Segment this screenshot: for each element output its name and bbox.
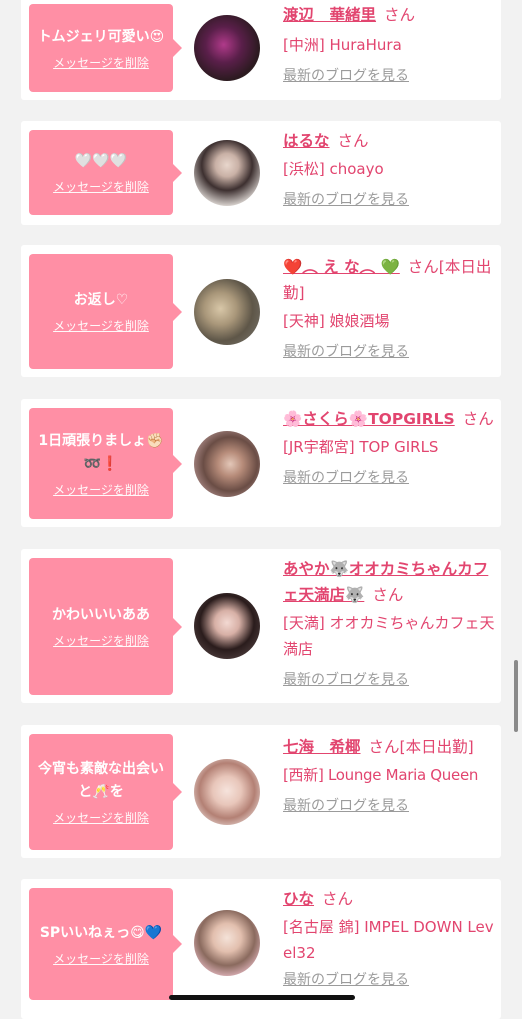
message-card: 今宵も素敵な出会いと🥂を メッセージを削除 七海 希椰 さん[本日出勤] [西新]… bbox=[21, 725, 501, 858]
avatar[interactable] bbox=[194, 910, 260, 976]
delete-message-link[interactable]: メッセージを削除 bbox=[53, 810, 149, 826]
profile-name-link[interactable]: 🌸さくら🌸TOPGIRLS bbox=[283, 410, 455, 428]
latest-blog-link[interactable]: 最新のブログを見る bbox=[283, 670, 495, 690]
honorific: さん bbox=[462, 410, 494, 428]
avatar[interactable] bbox=[194, 140, 260, 206]
latest-blog-link[interactable]: 最新のブログを見る bbox=[283, 468, 495, 488]
message-text: お返し♡ bbox=[73, 292, 129, 308]
profile-name-link[interactable]: 七海 希椰 bbox=[283, 738, 361, 756]
shop-label: [JR宇都宮] TOP GIRLS bbox=[283, 438, 439, 456]
avatar[interactable] bbox=[194, 593, 260, 659]
message-card: トムジェリ可愛い😍 メッセージを削除 渡辺 華緒里 さん [中洲] HuraHur… bbox=[21, 0, 501, 100]
message-bubble: トムジェリ可愛い😍 メッセージを削除 bbox=[29, 4, 182, 92]
profile-name-link[interactable]: ひな bbox=[283, 890, 314, 908]
honorific: さん bbox=[337, 132, 369, 150]
scrollbar-thumb[interactable] bbox=[514, 660, 518, 732]
message-text: トムジェリ可愛い😍 bbox=[37, 28, 165, 45]
message-bubble: 今宵も素敵な出会いと🥂を メッセージを削除 bbox=[29, 734, 182, 850]
honorific: さん bbox=[322, 890, 354, 908]
delete-message-link[interactable]: メッセージを削除 bbox=[53, 55, 149, 71]
avatar[interactable] bbox=[194, 279, 260, 345]
shop-label: [名古屋 錦] IMPEL DOWN Level32 bbox=[283, 918, 494, 962]
profile-name-link[interactable]: 渡辺 華緒里 bbox=[283, 6, 376, 24]
message-text: 🤍🤍🤍 bbox=[74, 153, 128, 169]
message-card: 🤍🤍🤍 メッセージを削除 はるな さん [浜松] choayo 最新のブログを見る bbox=[21, 121, 501, 225]
latest-blog-link[interactable]: 最新のブログを見る bbox=[283, 970, 495, 990]
honorific: さん[本日出勤] bbox=[368, 738, 474, 756]
latest-blog-link[interactable]: 最新のブログを見る bbox=[283, 66, 495, 86]
message-bubble: 🤍🤍🤍 メッセージを削除 bbox=[29, 130, 182, 215]
message-bubble: 1日頑張りましょ✊🏻➿❗️ メッセージを削除 bbox=[29, 408, 182, 519]
shop-label: [天神] 娘娘酒場 bbox=[283, 312, 390, 330]
latest-blog-link[interactable]: 最新のブログを見る bbox=[283, 796, 495, 816]
profile-name-link[interactable]: はるな bbox=[283, 132, 330, 150]
message-text: SPいいねぇっ😋💙 bbox=[39, 924, 163, 941]
message-card: お返し♡ メッセージを削除 ❤️︵ え な︵ 💚 さん[本日出勤] [天神] 娘娘… bbox=[21, 245, 501, 377]
honorific: さん bbox=[384, 6, 416, 24]
shop-label: [西新] Lounge Maria Queen bbox=[283, 766, 479, 784]
shop-label: [天満] オオカミちゃんカフェ天満店 bbox=[283, 614, 495, 658]
avatar[interactable] bbox=[194, 759, 260, 825]
avatar[interactable] bbox=[194, 15, 260, 81]
honorific: さん bbox=[372, 586, 404, 604]
message-bubble: SPいいねぇっ😋💙 メッセージを削除 bbox=[29, 888, 182, 1000]
home-indicator[interactable] bbox=[169, 995, 355, 1000]
message-card: かわいいいああ メッセージを削除 あやか🐺オオカミちゃんカフェ天満店🐺 さん [天… bbox=[21, 549, 501, 703]
message-text: 1日頑張りましょ✊🏻➿❗️ bbox=[38, 432, 164, 472]
message-text: かわいいいああ bbox=[52, 607, 150, 623]
delete-message-link[interactable]: メッセージを削除 bbox=[53, 482, 149, 498]
latest-blog-link[interactable]: 最新のブログを見る bbox=[283, 190, 495, 210]
delete-message-link[interactable]: メッセージを削除 bbox=[53, 318, 149, 334]
message-bubble: かわいいいああ メッセージを削除 bbox=[29, 558, 182, 695]
avatar[interactable] bbox=[194, 431, 260, 497]
message-bubble: お返し♡ メッセージを削除 bbox=[29, 254, 182, 369]
message-card: 1日頑張りましょ✊🏻➿❗️ メッセージを削除 🌸さくら🌸TOPGIRLS さん [… bbox=[21, 399, 501, 527]
profile-name-link[interactable]: ❤️︵ え な︵ 💚 bbox=[283, 258, 400, 276]
delete-message-link[interactable]: メッセージを削除 bbox=[53, 179, 149, 195]
delete-message-link[interactable]: メッセージを削除 bbox=[53, 633, 149, 649]
delete-message-link[interactable]: メッセージを削除 bbox=[53, 951, 149, 967]
shop-label: [中洲] HuraHura bbox=[283, 36, 402, 54]
shop-label: [浜松] choayo bbox=[283, 160, 384, 178]
message-text: 今宵も素敵な出会いと🥂を bbox=[38, 761, 164, 800]
latest-blog-link[interactable]: 最新のブログを見る bbox=[283, 342, 495, 362]
